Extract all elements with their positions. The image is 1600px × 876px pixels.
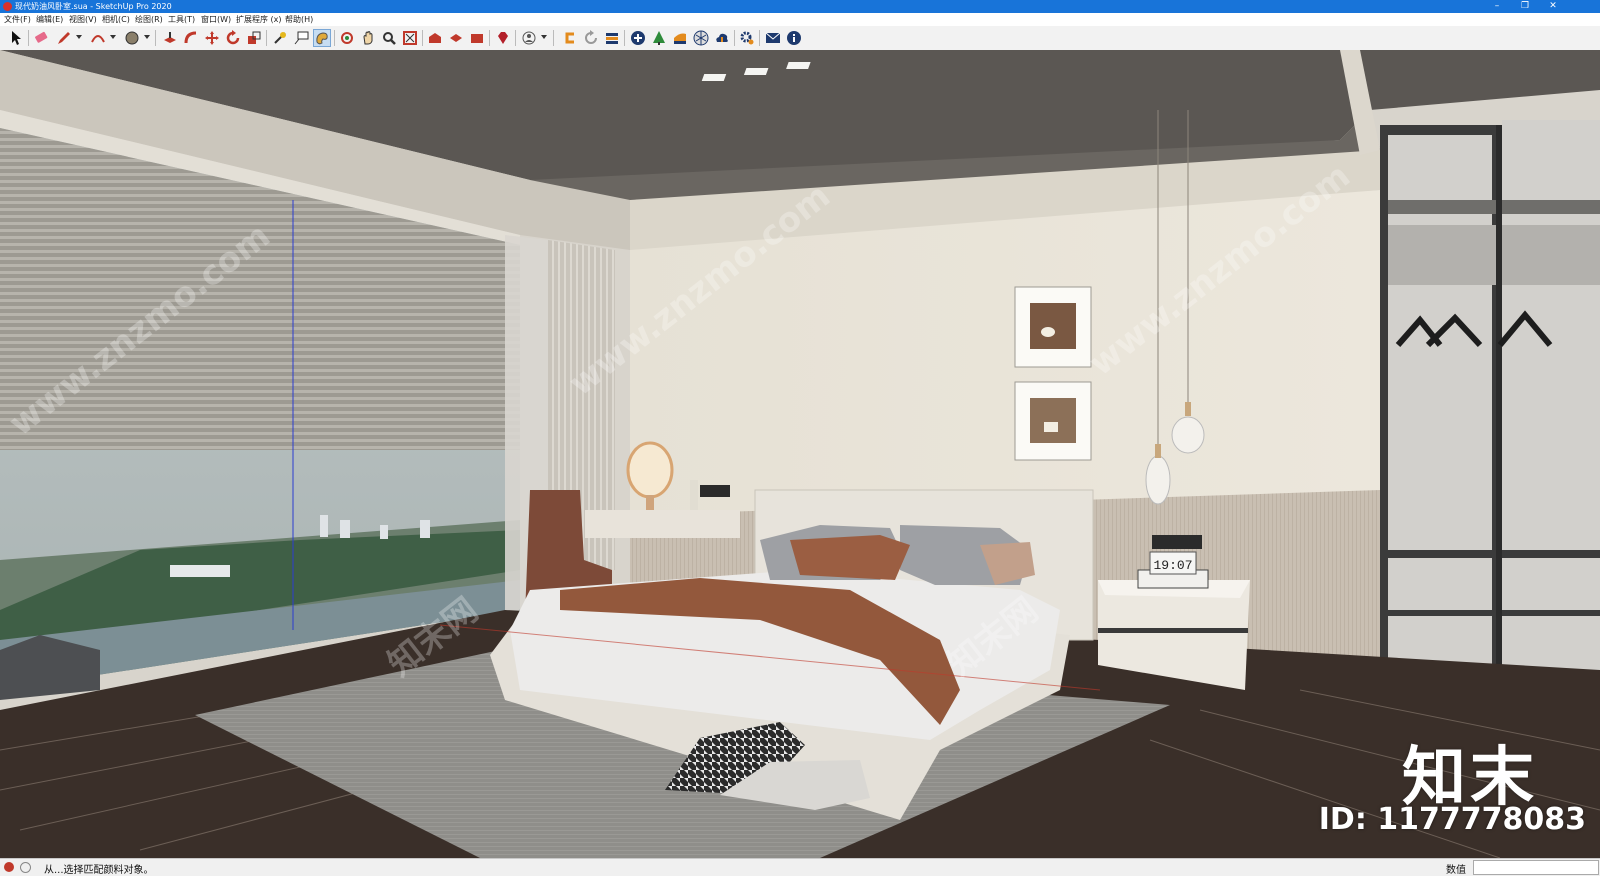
ceiling-spotlight bbox=[786, 62, 811, 69]
watermark-id: ID: 1177778083 bbox=[1318, 802, 1586, 837]
chevron-down-icon[interactable] bbox=[541, 35, 547, 39]
menu-window[interactable]: 窗口(W) bbox=[201, 14, 231, 25]
menu-camera[interactable]: 相机(C) bbox=[102, 14, 130, 25]
tape-measure-icon[interactable] bbox=[271, 29, 289, 47]
menu-file[interactable]: 文件(F) bbox=[4, 14, 31, 25]
warehouse-icon[interactable] bbox=[426, 29, 444, 47]
pan-icon[interactable] bbox=[359, 29, 377, 47]
info-icon[interactable] bbox=[785, 29, 803, 47]
move-icon[interactable] bbox=[203, 29, 221, 47]
toolbar-separator bbox=[155, 30, 156, 46]
settings-icon[interactable] bbox=[738, 29, 756, 47]
user-icon[interactable] bbox=[520, 29, 538, 47]
ceiling-spotlight bbox=[743, 68, 769, 75]
ruby-icon[interactable] bbox=[494, 29, 512, 47]
select-icon[interactable] bbox=[7, 29, 25, 47]
stack-icon[interactable] bbox=[603, 29, 621, 47]
model-viewport[interactable]: 19:07 www.znzmo.com www.znzmo.com www.zn… bbox=[0, 50, 1600, 858]
toolbar-separator bbox=[489, 30, 490, 46]
toolbar-separator bbox=[553, 30, 554, 46]
main-toolbar bbox=[0, 26, 1600, 51]
paint-icon[interactable] bbox=[313, 29, 331, 47]
chevron-down-icon[interactable] bbox=[76, 35, 82, 39]
chevron-down-icon[interactable] bbox=[110, 35, 116, 39]
menu-view[interactable]: 视图(V) bbox=[69, 14, 97, 25]
eraser-icon[interactable] bbox=[32, 29, 50, 47]
toolbar-separator bbox=[266, 30, 267, 46]
reload-icon[interactable] bbox=[582, 29, 600, 47]
toolbar-separator bbox=[515, 30, 516, 46]
components-icon[interactable] bbox=[447, 29, 465, 47]
scale-icon[interactable] bbox=[245, 29, 263, 47]
credits-icon[interactable] bbox=[20, 862, 31, 873]
push-pull-icon[interactable] bbox=[161, 29, 179, 47]
pendant-lamp bbox=[1171, 416, 1205, 454]
clock-display: 19:07 bbox=[1153, 558, 1192, 573]
menu-tools[interactable]: 工具(T) bbox=[168, 14, 195, 25]
arc-icon[interactable] bbox=[89, 29, 107, 47]
menu-extensions[interactable]: 扩展程序 (x) bbox=[236, 14, 282, 25]
window-title: 现代奶油风卧室.sua - SketchUp Pro 2020 bbox=[15, 2, 172, 11]
paint-bucket-icon[interactable] bbox=[123, 29, 141, 47]
orbit-icon[interactable] bbox=[338, 29, 356, 47]
cloud-upload-icon[interactable] bbox=[713, 29, 731, 47]
toolbar-separator bbox=[334, 30, 335, 46]
pencil-icon[interactable] bbox=[55, 29, 73, 47]
menu-draw[interactable]: 绘图(R) bbox=[135, 14, 163, 25]
measurements-input[interactable] bbox=[1473, 860, 1599, 875]
close-button[interactable]: ✕ bbox=[1540, 0, 1566, 13]
text-icon[interactable] bbox=[292, 29, 310, 47]
restore-button[interactable]: ❐ bbox=[1512, 0, 1538, 13]
geo-location-icon[interactable] bbox=[4, 862, 14, 872]
menu-edit[interactable]: 编辑(E) bbox=[36, 14, 63, 25]
measurements-label: 数值 bbox=[1446, 865, 1466, 876]
menu-bar: 文件(F) 编辑(E) 视图(V) 相机(C) 绘图(R) 工具(T) 窗口(W… bbox=[0, 13, 1600, 26]
follow-me-icon[interactable] bbox=[182, 29, 200, 47]
extension-icon[interactable] bbox=[468, 29, 486, 47]
toolbar-separator bbox=[422, 30, 423, 46]
mail-icon[interactable] bbox=[764, 29, 782, 47]
floating-vanity bbox=[585, 510, 740, 538]
toolbar-separator bbox=[28, 30, 29, 46]
zoom-icon[interactable] bbox=[380, 29, 398, 47]
toolbar-separator bbox=[624, 30, 625, 46]
rotate-icon[interactable] bbox=[224, 29, 242, 47]
pendant-lamp bbox=[1145, 455, 1171, 505]
chevron-down-icon[interactable] bbox=[144, 35, 150, 39]
accent-pillow bbox=[790, 535, 910, 580]
status-bar: 从...选择匹配颜料对象。 数值 bbox=[0, 858, 1600, 876]
menu-help[interactable]: 帮助(H) bbox=[285, 14, 313, 25]
pattern-icon[interactable] bbox=[692, 29, 710, 47]
ceiling-spotlight bbox=[701, 74, 727, 81]
minimize-button[interactable]: – bbox=[1484, 0, 1510, 13]
bedroom-render: 19:07 bbox=[0, 50, 1600, 858]
chart-icon[interactable] bbox=[671, 29, 689, 47]
status-message: 从...选择匹配颜料对象。 bbox=[44, 865, 154, 876]
toolbar-separator bbox=[734, 30, 735, 46]
toolbar-separator bbox=[759, 30, 760, 46]
round-mirror bbox=[626, 441, 674, 499]
layout-icon[interactable] bbox=[561, 29, 579, 47]
zoom-extents-icon[interactable] bbox=[401, 29, 419, 47]
tree-icon[interactable] bbox=[650, 29, 668, 47]
add-icon[interactable] bbox=[629, 29, 647, 47]
sketchup-logo-icon bbox=[3, 2, 12, 11]
title-bar: 现代奶油风卧室.sua - SketchUp Pro 2020 – ❐ ✕ bbox=[0, 0, 1600, 13]
